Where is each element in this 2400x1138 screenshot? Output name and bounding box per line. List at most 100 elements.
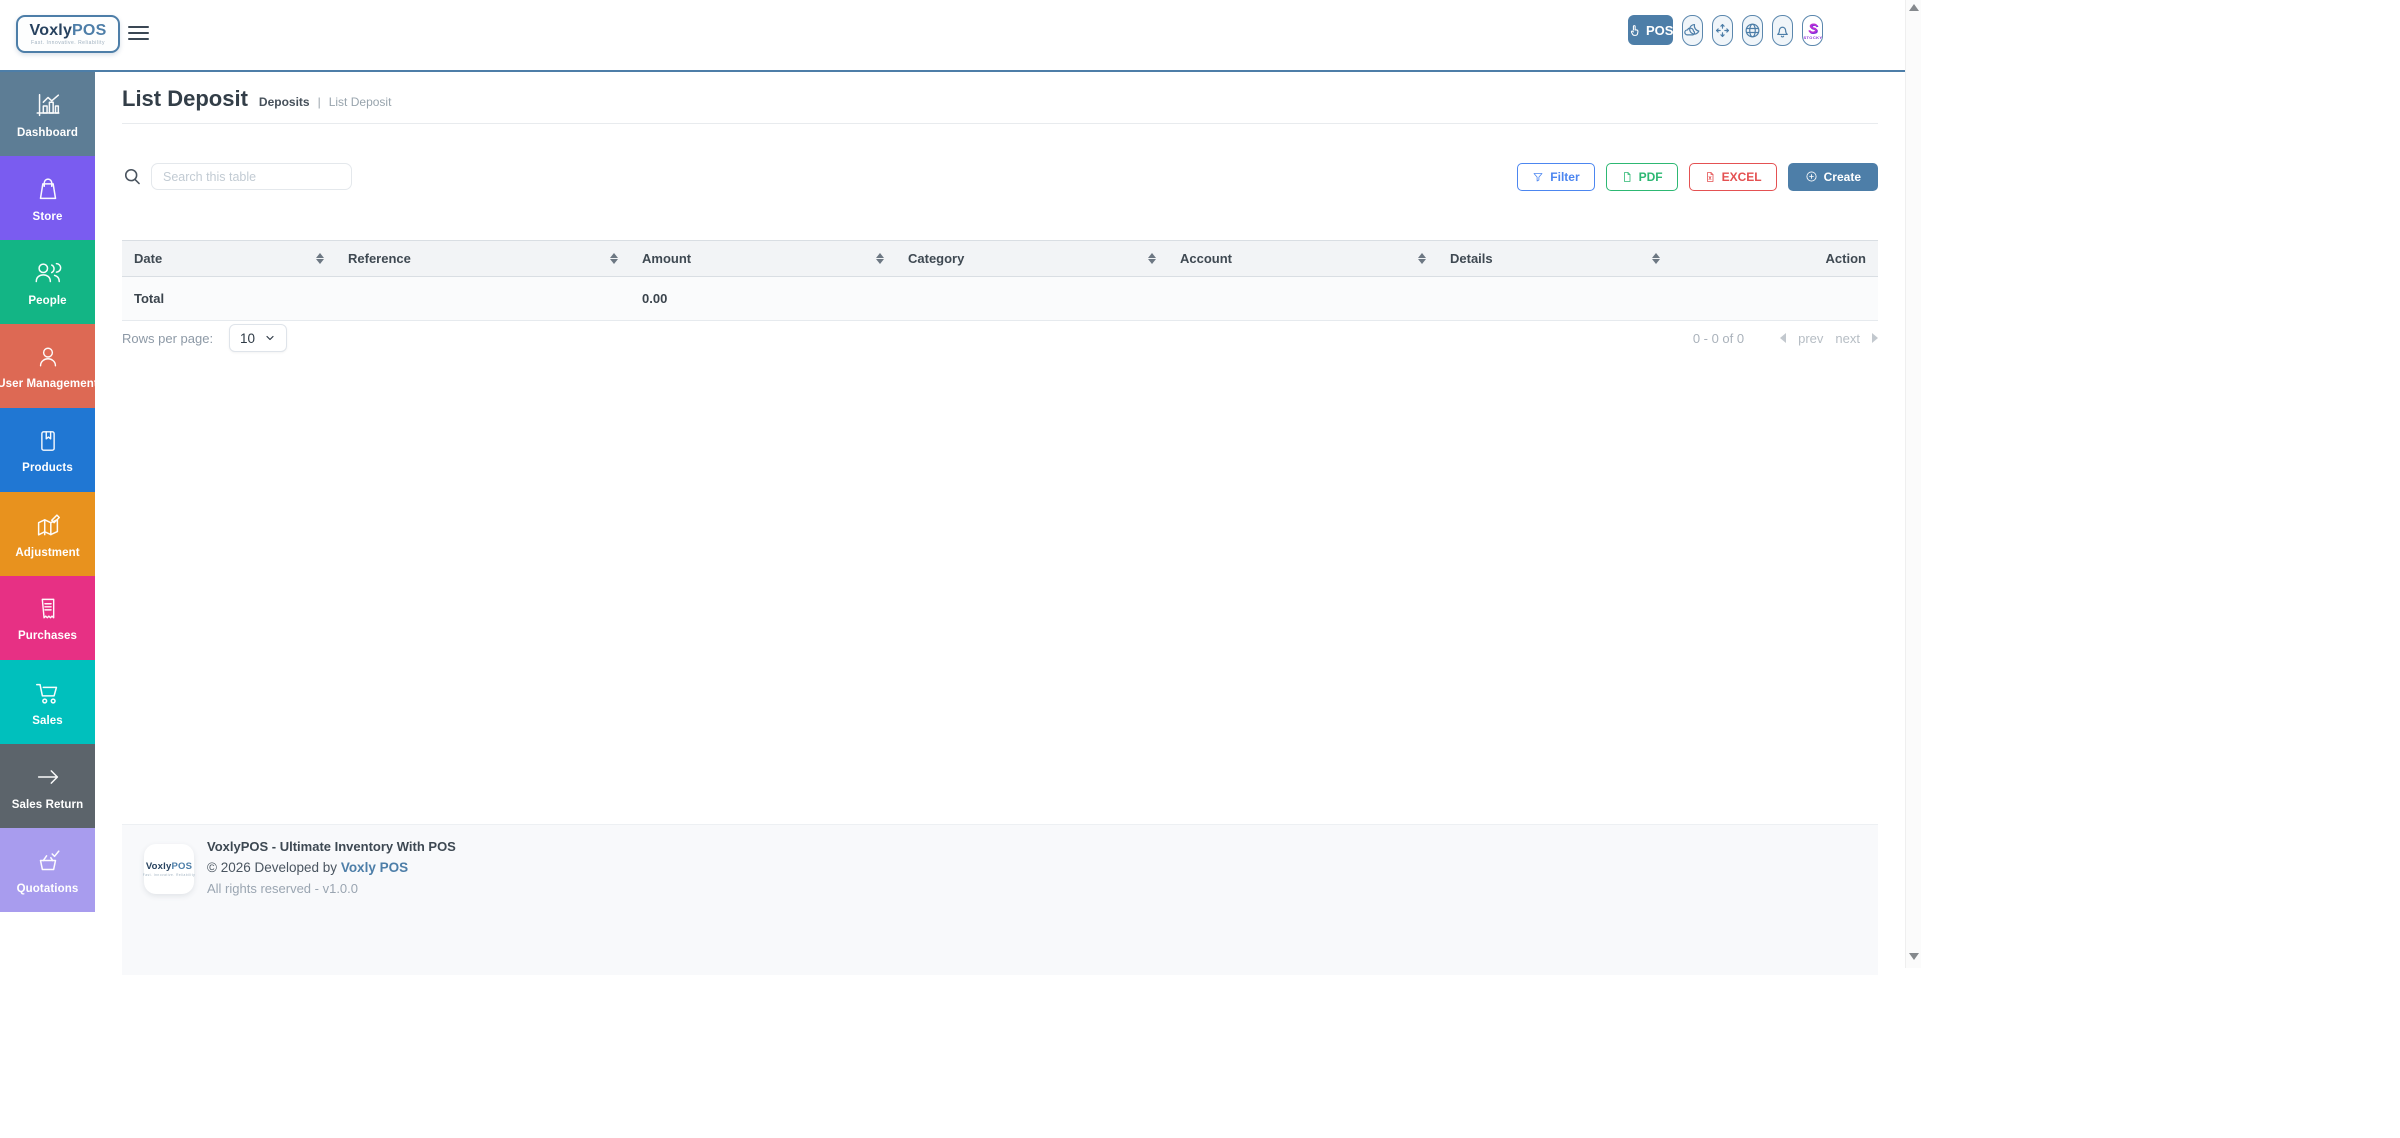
footer-logo-tagline: Fast. Innovative. Reliability	[142, 872, 196, 877]
filter-button-label: Filter	[1550, 169, 1580, 184]
sidebar-item-dashboard[interactable]: Dashboard	[0, 72, 95, 156]
app-logo-tagline: Fast. Innovative. Reliability	[31, 39, 105, 46]
cloud-moon-icon	[1684, 23, 1700, 35]
prev-button[interactable]: prev	[1798, 331, 1823, 346]
footer: VoxlyPOS Fast. Innovative. Reliability V…	[122, 824, 1878, 975]
column-header-date[interactable]: Date	[122, 240, 336, 277]
next-button[interactable]: next	[1835, 331, 1860, 346]
sidebar-item-label: Sales	[32, 714, 63, 727]
sidebar-item-quotations[interactable]: Quotations	[0, 828, 95, 912]
total-amount: 0.00	[630, 276, 896, 321]
scroll-up-arrow-icon[interactable]	[1909, 4, 1919, 11]
column-header-category[interactable]: Category	[896, 240, 1168, 277]
page-header: List Deposit Deposits | List Deposit	[122, 86, 391, 112]
sort-icon[interactable]	[876, 253, 884, 264]
bell-icon	[1777, 26, 1789, 38]
cloud-backup-button[interactable]	[1682, 14, 1704, 46]
sidebar-item-store[interactable]: Store	[0, 156, 95, 240]
pdf-button-label: PDF	[1638, 169, 1663, 184]
create-button-label: Create	[1823, 169, 1861, 184]
search-input[interactable]	[151, 163, 352, 190]
chevron-down-icon	[266, 335, 274, 341]
main-content: List Deposit Deposits | List Deposit Fil…	[95, 72, 1905, 975]
column-header-action: Action	[1672, 240, 1878, 277]
vertical-scrollbar[interactable]	[1905, 0, 1921, 968]
product-box-icon	[40, 430, 55, 451]
app-logo-text: VoxlyPOS	[29, 21, 107, 39]
developer-link[interactable]: Voxly POS	[341, 860, 408, 875]
sidebar: Dashboard Store People User Management P…	[0, 72, 98, 912]
sidebar-item-label: Store	[32, 210, 63, 223]
filter-funnel-icon	[1533, 172, 1543, 181]
app-logo[interactable]: VoxlyPOS Fast. Innovative. Reliability	[16, 15, 120, 53]
sidebar-item-label: Dashboard	[17, 126, 78, 139]
sidebar-item-label: Sales Return	[11, 798, 84, 811]
people-group-icon	[35, 262, 61, 282]
breadcrumb-divider: |	[317, 95, 321, 109]
page-title: List Deposit	[122, 86, 248, 111]
footer-logo-text: VoxlyPOS	[145, 860, 193, 872]
footer-logo-card: VoxlyPOS Fast. Innovative. Reliability	[142, 844, 196, 894]
scroll-down-arrow-icon[interactable]	[1909, 953, 1919, 960]
pagination-nav: prev next	[1780, 331, 1878, 346]
breadcrumb-section: Deposits	[258, 95, 310, 109]
pdf-file-icon	[1623, 171, 1631, 182]
sidebar-item-purchases[interactable]: Purchases	[0, 576, 95, 660]
fullscreen-expand-icon	[1716, 23, 1730, 37]
quotations-basket-icon	[39, 849, 60, 870]
rows-per-page-select[interactable]: 10	[229, 324, 288, 352]
sidebar-item-user-management[interactable]: User Management	[0, 324, 98, 408]
language-button[interactable]	[1742, 14, 1764, 46]
menu-toggle-icon[interactable]	[128, 26, 149, 40]
sidebar-item-people[interactable]: People	[0, 240, 95, 324]
sort-icon[interactable]	[1418, 253, 1426, 264]
adjustment-pencil-icon	[37, 513, 60, 536]
column-header-details[interactable]: Details	[1438, 240, 1672, 277]
fullscreen-button[interactable]	[1712, 14, 1734, 46]
sort-icon[interactable]	[610, 253, 618, 264]
column-header-account[interactable]: Account	[1168, 240, 1438, 277]
sales-return-arrow-icon	[37, 769, 58, 784]
sort-icon[interactable]	[1652, 253, 1660, 264]
sidebar-item-products[interactable]: Products	[0, 408, 95, 492]
sidebar-item-adjustment[interactable]: Adjustment	[0, 492, 95, 576]
column-header-reference[interactable]: Reference	[336, 240, 630, 277]
pagination-range: 0 - 0 of 0	[1692, 330, 1745, 346]
top-bar: VoxlyPOS Fast. Innovative. Reliability P…	[0, 0, 1905, 72]
sort-icon[interactable]	[316, 253, 324, 264]
search-icon	[124, 168, 140, 185]
footer-line2: © 2026 Developed by Voxly POS	[207, 860, 409, 875]
excel-file-icon	[1706, 171, 1714, 182]
excel-button-label: EXCEL	[1721, 169, 1762, 184]
user-avatar-button[interactable]: S STOCKY	[1802, 14, 1824, 46]
globe-icon	[1746, 23, 1760, 37]
sidebar-item-label: User Management	[0, 377, 98, 390]
footer-line1: VoxlyPOS - Ultimate Inventory With POS	[207, 839, 456, 854]
total-label: Total	[122, 276, 336, 321]
sidebar-item-label: Purchases	[17, 629, 78, 642]
column-header-amount[interactable]: Amount	[630, 240, 896, 277]
notifications-button[interactable]	[1772, 14, 1794, 46]
stocky-logo-caption: STOCKY	[1803, 34, 1823, 40]
rows-per-page-value: 10	[240, 330, 256, 346]
dashboard-chart-icon	[35, 93, 60, 116]
deposits-table: Date Reference Amount Category Account D…	[122, 240, 1878, 321]
header-divider	[122, 123, 1878, 124]
excel-export-button[interactable]: EXCEL	[1688, 162, 1777, 191]
prev-arrow-icon[interactable]	[1780, 333, 1787, 343]
pos-button[interactable]: POS	[1628, 15, 1674, 45]
pdf-export-button[interactable]: PDF	[1605, 162, 1678, 191]
breadcrumb-current: List Deposit	[328, 95, 392, 109]
filter-button[interactable]: Filter	[1517, 162, 1595, 191]
sort-icon[interactable]	[1148, 253, 1156, 264]
sidebar-item-label: Adjustment	[15, 546, 80, 559]
purchases-receipt-icon	[41, 598, 54, 618]
next-arrow-icon[interactable]	[1872, 333, 1878, 343]
search-area	[122, 163, 352, 190]
create-button[interactable]: Create	[1787, 162, 1878, 191]
sidebar-item-sales-return[interactable]: Sales Return	[0, 744, 95, 828]
sidebar-item-label: Quotations	[16, 882, 79, 895]
footer-text: VoxlyPOS - Ultimate Inventory With POS ©…	[207, 839, 456, 896]
sidebar-item-sales[interactable]: Sales	[0, 660, 95, 744]
footer-line3: All rights reserved - v1.0.0	[207, 881, 359, 896]
